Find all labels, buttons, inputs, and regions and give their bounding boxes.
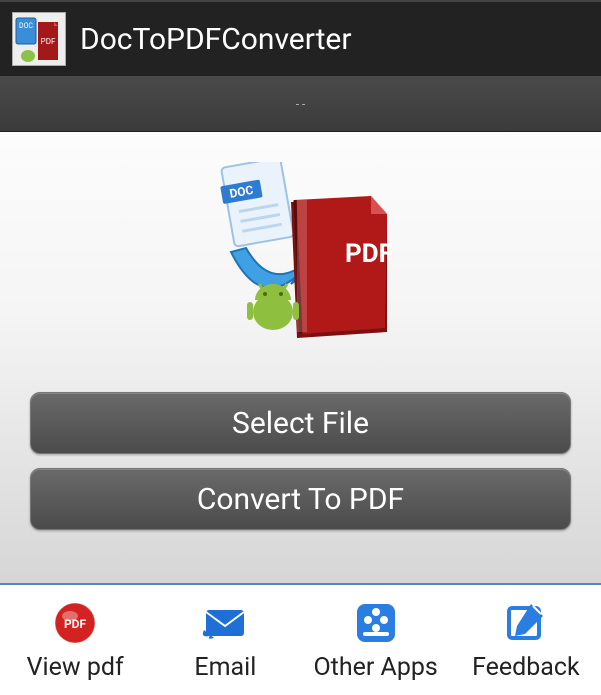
app-title: DocToPDFConverter	[80, 22, 352, 57]
status-text: - -	[296, 97, 306, 111]
status-strip: - -	[0, 76, 601, 132]
hero-illustration: DOC PDF	[191, 132, 411, 392]
svg-text:DOC: DOC	[19, 22, 33, 30]
select-file-button[interactable]: Select File	[30, 392, 571, 454]
nav-view-pdf-label: View pdf	[27, 653, 124, 682]
nav-other-apps[interactable]: Other Apps	[301, 585, 451, 695]
svg-text:PDF: PDF	[64, 617, 87, 631]
nav-email[interactable]: Email	[150, 585, 300, 695]
svg-text:PDF: PDF	[41, 37, 56, 46]
nav-view-pdf[interactable]: PDF View pdf	[0, 585, 150, 695]
email-icon	[198, 599, 252, 647]
bottom-nav: PDF View pdf Email	[0, 583, 601, 695]
apps-icon	[349, 599, 403, 647]
select-file-label: Select File	[232, 406, 369, 441]
convert-label: Convert To PDF	[197, 482, 404, 517]
nav-feedback[interactable]: Feedback	[451, 585, 601, 695]
app-icon: DOC PDF	[12, 12, 66, 66]
title-bar: DOC PDF DocToPDFConverter	[0, 0, 601, 76]
convert-to-pdf-button[interactable]: Convert To PDF	[30, 468, 571, 530]
pdf-badge-label: PDF	[345, 239, 393, 269]
nav-feedback-label: Feedback	[472, 653, 580, 682]
nav-other-apps-label: Other Apps	[313, 653, 437, 682]
work-area: DOC PDF	[0, 132, 601, 583]
pdf-icon: PDF	[48, 599, 102, 647]
feedback-icon	[499, 599, 553, 647]
nav-email-label: Email	[194, 653, 256, 682]
